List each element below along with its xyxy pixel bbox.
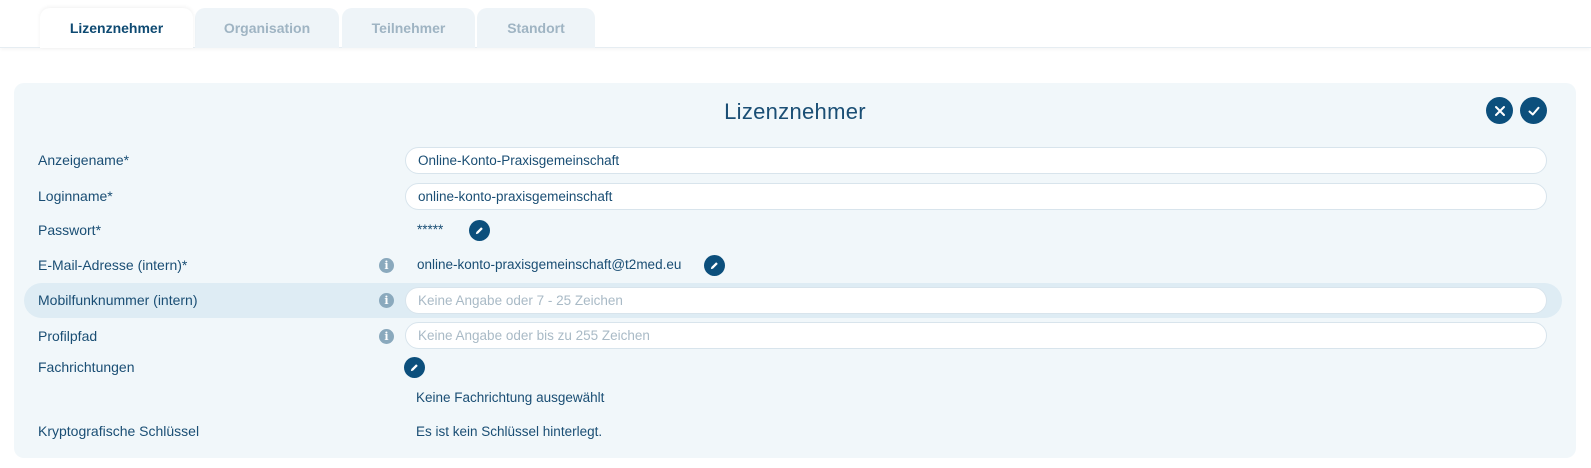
email-value: online-konto-praxisgemeinschaft@t2med.eu	[417, 257, 682, 272]
crypto-keys-label: Kryptografische Schlüssel	[38, 423, 200, 439]
specialties-value: Keine Fachrichtung ausgewählt	[416, 390, 605, 405]
email-label: E-Mail-Adresse (intern)*	[38, 257, 188, 273]
profile-path-info-icon[interactable]: i	[379, 329, 394, 344]
specialties-label: Fachrichtungen	[38, 359, 135, 375]
pencil-icon	[475, 227, 483, 235]
tab-organisation[interactable]: Organisation	[195, 8, 339, 48]
tab-bar: Lizenznehmer Organisation Teilnehmer Sta…	[0, 0, 1591, 48]
password-label: Passwort*	[38, 222, 102, 238]
profile-path-label: Profilpfad	[38, 328, 98, 344]
close-icon	[1494, 105, 1505, 116]
mobile-label: Mobilfunknummer (intern)	[38, 292, 198, 308]
license-holder-panel: Lizenznehmer Anzeigename* Loginname* Pas…	[14, 83, 1576, 458]
profile-path-input[interactable]	[405, 322, 1547, 349]
check-icon	[1528, 106, 1539, 115]
panel-title: Lizenznehmer	[724, 99, 866, 124]
tab-standort[interactable]: Standort	[477, 8, 595, 48]
mobile-input[interactable]	[405, 287, 1547, 314]
pencil-icon	[410, 364, 418, 372]
confirm-button[interactable]	[1520, 97, 1547, 124]
display-name-input[interactable]	[405, 147, 1547, 174]
email-info-icon[interactable]: i	[379, 258, 394, 273]
edit-email-button[interactable]	[704, 255, 725, 276]
password-value: *****	[417, 222, 444, 237]
login-name-label: Loginname*	[38, 188, 113, 204]
tab-teilnehmer[interactable]: Teilnehmer	[342, 8, 475, 48]
display-name-label: Anzeigename*	[38, 152, 130, 168]
edit-password-button[interactable]	[469, 220, 490, 241]
tab-lizenznehmer[interactable]: Lizenznehmer	[40, 8, 193, 48]
pencil-icon	[710, 262, 718, 270]
cancel-button[interactable]	[1486, 97, 1513, 124]
edit-specialties-button[interactable]	[404, 357, 425, 378]
mobile-info-icon[interactable]: i	[379, 293, 394, 308]
crypto-keys-value: Es ist kein Schlüssel hinterlegt.	[416, 424, 603, 439]
login-name-input[interactable]	[405, 183, 1547, 210]
